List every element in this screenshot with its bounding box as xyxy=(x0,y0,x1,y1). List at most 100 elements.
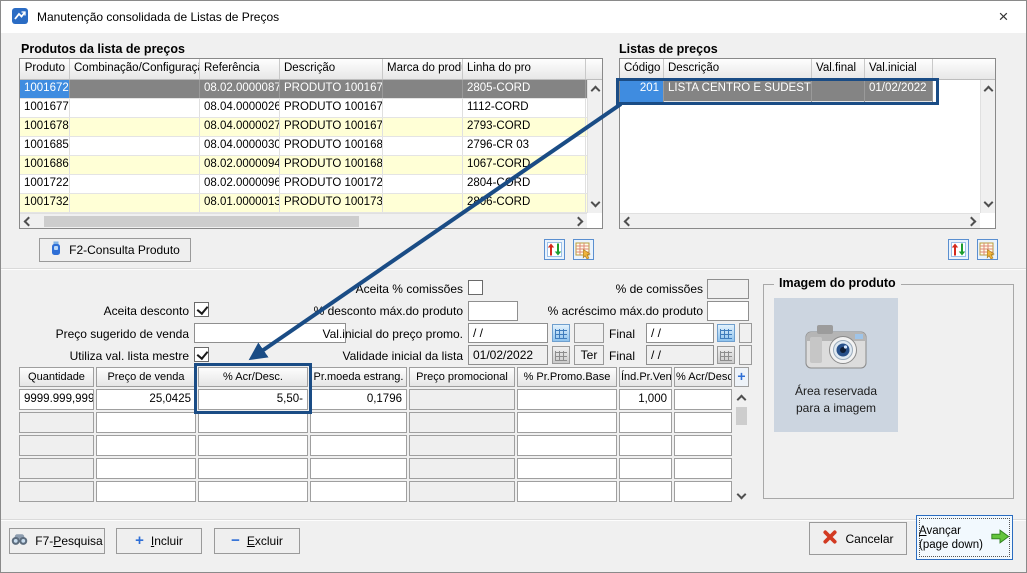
products-vertical-scrollbar[interactable] xyxy=(587,80,602,213)
scroll-left-icon[interactable] xyxy=(624,216,634,226)
acrescimo-max-input[interactable] xyxy=(707,301,749,321)
cell[interactable] xyxy=(674,481,732,502)
lists-vertical-scrollbar[interactable] xyxy=(980,80,995,213)
cell[interactable] xyxy=(409,435,515,456)
column-header-pr-moeda[interactable]: Pr.moeda estrang. xyxy=(310,367,407,387)
cell[interactable] xyxy=(96,412,196,433)
aceita-comissoes-checkbox[interactable] xyxy=(468,280,483,295)
column-header-val-inicial[interactable]: Val.inicial xyxy=(865,59,933,79)
scroll-up-icon[interactable] xyxy=(983,86,993,96)
add-column-button[interactable]: + xyxy=(734,367,749,387)
scroll-up-icon[interactable] xyxy=(590,86,600,96)
table-row[interactable]: 1001722 08.02.0000096 PRODUTO 1001722 28… xyxy=(20,175,602,194)
column-header-combinacao[interactable]: Combinação/Configuração xyxy=(70,59,200,79)
cell[interactable] xyxy=(619,435,672,456)
cell[interactable] xyxy=(674,389,732,410)
cell[interactable] xyxy=(674,458,732,479)
validade-inicial-input[interactable] xyxy=(468,345,548,365)
calendar-icon[interactable] xyxy=(552,324,570,342)
comissoes-input[interactable] xyxy=(707,279,749,299)
column-header-acr-desc-2[interactable]: % Acr/Desc. xyxy=(674,367,732,387)
table-row[interactable]: 201 LISTA CENTRO E SUDESTE 01/02/2022 xyxy=(620,80,933,102)
avancar-button[interactable]: Avançar (page down) xyxy=(916,515,1013,560)
scrollbar-thumb[interactable] xyxy=(44,216,359,227)
table-row[interactable]: 1001686 08.02.0000094 PRODUTO 1001686 10… xyxy=(20,156,602,175)
aceita-desconto-checkbox[interactable] xyxy=(194,302,209,317)
calendar-icon[interactable] xyxy=(717,324,735,342)
cell[interactable]: 9999.999,999 xyxy=(19,389,94,410)
table-row[interactable]: 1001678 08.04.0000027 PRODUTO 1001678 27… xyxy=(20,118,602,137)
table-row[interactable]: 1001672 08.02.0000087 PRODUTO 1001672 28… xyxy=(20,80,602,99)
column-header-descricao[interactable]: Descrição xyxy=(664,59,812,79)
column-header-acr-desc[interactable]: % Acr/Desc. xyxy=(198,367,308,387)
cell[interactable] xyxy=(517,389,617,410)
scrollbar-thumb[interactable] xyxy=(736,407,747,425)
incluir-button[interactable]: + Incluir xyxy=(116,528,202,554)
close-button[interactable]: × xyxy=(981,1,1026,32)
scroll-down-icon[interactable] xyxy=(590,198,600,208)
f2-consulta-produto-button[interactable]: F2-Consulta Produto xyxy=(39,238,191,262)
cell[interactable] xyxy=(674,435,732,456)
cell[interactable] xyxy=(619,412,672,433)
final-lista-input[interactable] xyxy=(646,345,714,365)
table-row[interactable]: 1001677 08.04.0000026 PRODUTO 1001677 11… xyxy=(20,99,602,118)
scroll-left-icon[interactable] xyxy=(24,216,34,226)
f7-pesquisa-button[interactable]: F7-Pesquisa xyxy=(9,528,105,554)
column-header-preco-venda[interactable]: Preço de venda xyxy=(96,367,196,387)
cell[interactable] xyxy=(19,458,94,479)
desconto-max-input[interactable] xyxy=(468,301,518,321)
cell[interactable] xyxy=(19,435,94,456)
products-horizontal-scrollbar[interactable] xyxy=(20,213,587,228)
column-header-marca[interactable]: Marca do produto xyxy=(383,59,463,79)
cell[interactable] xyxy=(310,412,407,433)
column-header-linha[interactable]: Linha do pro xyxy=(463,59,586,79)
scroll-down-icon[interactable] xyxy=(983,198,993,208)
price-table-vertical-scrollbar[interactable] xyxy=(734,390,749,504)
cell[interactable] xyxy=(310,481,407,502)
scroll-right-icon[interactable] xyxy=(967,216,977,226)
column-header-produto[interactable]: Produto xyxy=(20,59,70,79)
cell[interactable] xyxy=(409,458,515,479)
scroll-right-icon[interactable] xyxy=(574,216,584,226)
cell[interactable] xyxy=(517,458,617,479)
cell[interactable] xyxy=(409,481,515,502)
cell[interactable] xyxy=(517,481,617,502)
cell[interactable] xyxy=(198,481,308,502)
column-header-codigo[interactable]: Código xyxy=(620,59,664,79)
cell[interactable] xyxy=(310,458,407,479)
column-header-descricao[interactable]: Descrição xyxy=(280,59,383,79)
column-select-icon[interactable] xyxy=(977,239,998,263)
column-select-icon[interactable] xyxy=(573,239,594,263)
cell[interactable] xyxy=(517,412,617,433)
column-header-val-final[interactable]: Val.final xyxy=(812,59,865,79)
column-header-preco-promocional[interactable]: Preço promocional xyxy=(409,367,515,387)
cancelar-button[interactable]: Cancelar xyxy=(809,522,907,555)
scroll-up-icon[interactable] xyxy=(737,395,747,405)
cell[interactable]: 5,50- xyxy=(198,389,308,410)
cell[interactable] xyxy=(409,389,515,410)
table-row[interactable]: 1001732 08.01.0000013 PRODUTO 1001732 28… xyxy=(20,194,602,213)
excluir-button[interactable]: − Excluir xyxy=(214,528,300,554)
cell[interactable] xyxy=(198,458,308,479)
column-header-pr-promo-base[interactable]: % Pr.Promo.Base xyxy=(517,367,617,387)
cell[interactable] xyxy=(96,435,196,456)
cell[interactable] xyxy=(674,412,732,433)
cell[interactable] xyxy=(96,481,196,502)
lists-horizontal-scrollbar[interactable] xyxy=(620,213,980,228)
cell[interactable] xyxy=(310,435,407,456)
final-promo-input[interactable] xyxy=(646,323,714,343)
cell[interactable] xyxy=(19,481,94,502)
cell[interactable] xyxy=(619,458,672,479)
cell[interactable] xyxy=(517,435,617,456)
scroll-down-icon[interactable] xyxy=(737,490,747,500)
sort-icon[interactable] xyxy=(544,239,565,263)
cell[interactable]: 1,000 xyxy=(619,389,672,410)
column-header-quantidade[interactable]: Quantidade xyxy=(19,367,94,387)
cell[interactable] xyxy=(198,435,308,456)
table-row[interactable]: 1001685 08.04.0000030 PRODUTO 1001685 27… xyxy=(20,137,602,156)
cell[interactable]: 25,0425 xyxy=(96,389,196,410)
sort-icon[interactable] xyxy=(948,239,969,263)
cell[interactable] xyxy=(619,481,672,502)
cell[interactable] xyxy=(409,412,515,433)
cell[interactable] xyxy=(96,458,196,479)
